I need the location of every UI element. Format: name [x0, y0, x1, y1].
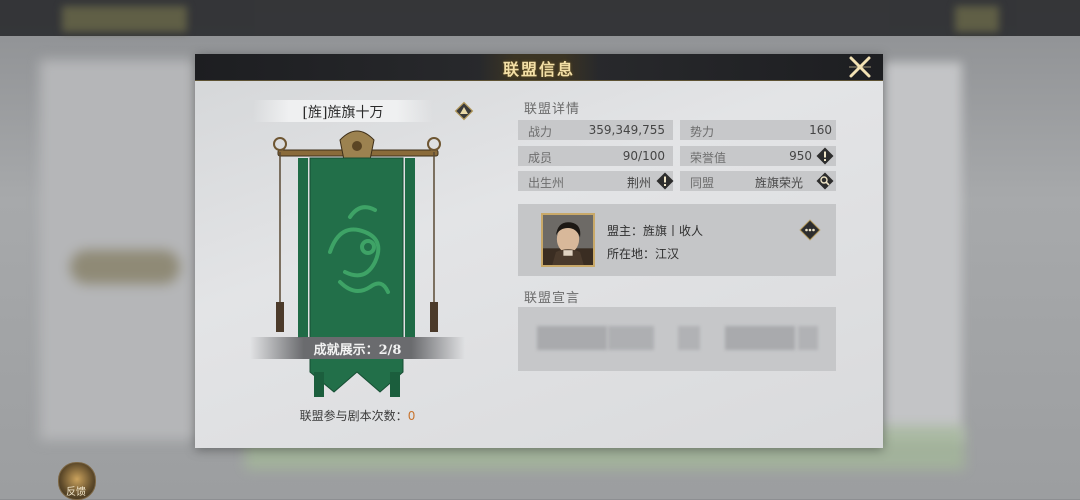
close-icon[interactable] [845, 52, 875, 82]
leader-card: 盟主：旌旗丨收人 所在地：江汉 [518, 204, 836, 276]
stat-label: 荣誉值 [690, 151, 727, 165]
stat-members: 成员 90/100 [518, 146, 673, 166]
leader-avatar[interactable] [541, 213, 595, 267]
blurred-text [537, 326, 607, 350]
details-heading: 联盟详情 [524, 102, 581, 117]
honor-info-icon[interactable] [816, 147, 834, 165]
dialog-title-bar: 联盟信息 [195, 54, 883, 81]
stat-value: 90/100 [622, 149, 665, 163]
raid-count-label: 联盟参与剧本次数： [299, 409, 408, 423]
declaration-box [518, 307, 836, 371]
raid-count-value: 0 [407, 409, 416, 423]
report-warning-icon[interactable] [454, 101, 474, 121]
blurred-text [678, 326, 700, 350]
stat-power: 战力 359,349,755 [518, 120, 673, 140]
alliance-info-dialog: 联盟信息 [旌]旌旗十万 成就展示：2/8 联盟参与剧本次数：0 联盟详情 战力… [195, 54, 883, 448]
alliance-banner[interactable] [270, 122, 445, 402]
raid-participation-count: 联盟参与剧本次数：0 [265, 407, 450, 424]
background-menu-pill [70, 250, 180, 284]
achievement-display[interactable]: 成就展示：2/8 [250, 339, 465, 358]
background-title-blur [62, 6, 187, 32]
background-right-panel [882, 62, 962, 442]
stat-label: 战力 [528, 125, 553, 139]
stat-value: 359,349,755 [588, 123, 665, 137]
stat-label: 势力 [690, 125, 715, 139]
leader-name: 盟主：旌旗丨收人 [607, 224, 704, 238]
blurred-text [725, 326, 795, 350]
background-icon-blur [955, 6, 999, 32]
background-top-bar [0, 0, 1080, 36]
declaration-heading: 联盟宣言 [524, 291, 581, 306]
stat-value: 160 [809, 123, 832, 137]
stat-ally: 同盟 旌旗荣光 [680, 171, 836, 191]
feedback-label: 反馈 [66, 487, 86, 498]
blurred-text [798, 326, 818, 350]
stat-label: 同盟 [690, 176, 715, 190]
stat-label: 成员 [528, 151, 553, 165]
chat-icon[interactable] [798, 218, 822, 242]
alliance-name: [旌]旌旗十万 [302, 105, 384, 121]
blurred-text [608, 326, 654, 350]
birth-state-info-icon[interactable] [656, 172, 674, 190]
background-left-menu [40, 60, 200, 440]
stat-label: 出生州 [528, 176, 565, 190]
leader-location: 所在地：江汉 [607, 247, 680, 261]
stat-value: 950 [789, 149, 812, 163]
stat-honor: 荣誉值 950 [680, 146, 836, 166]
stat-birth-state: 出生州 荆州 [518, 171, 673, 191]
stat-value: 旌旗荣光 [754, 176, 803, 190]
stat-value: 荆州 [626, 176, 651, 190]
search-icon[interactable] [816, 172, 834, 190]
stat-influence: 势力 160 [680, 120, 836, 140]
dialog-title: 联盟信息 [502, 60, 575, 79]
